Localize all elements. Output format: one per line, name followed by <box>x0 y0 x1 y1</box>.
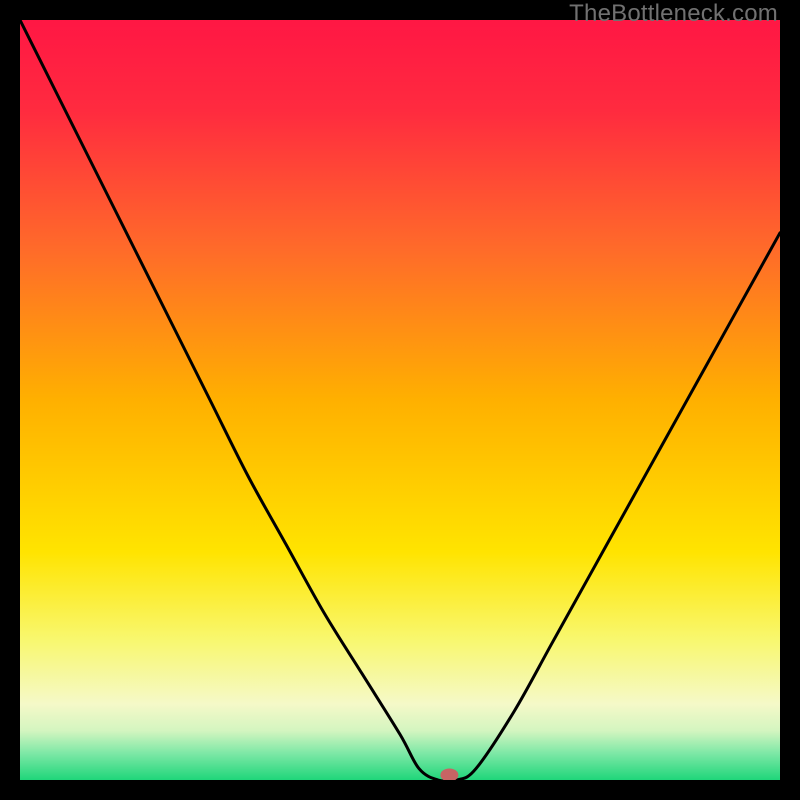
gradient-background <box>20 20 780 780</box>
plot-area <box>20 20 780 780</box>
bottleneck-chart-svg <box>20 20 780 780</box>
chart-frame: TheBottleneck.com <box>0 0 800 800</box>
watermark-text: TheBottleneck.com <box>569 0 778 28</box>
